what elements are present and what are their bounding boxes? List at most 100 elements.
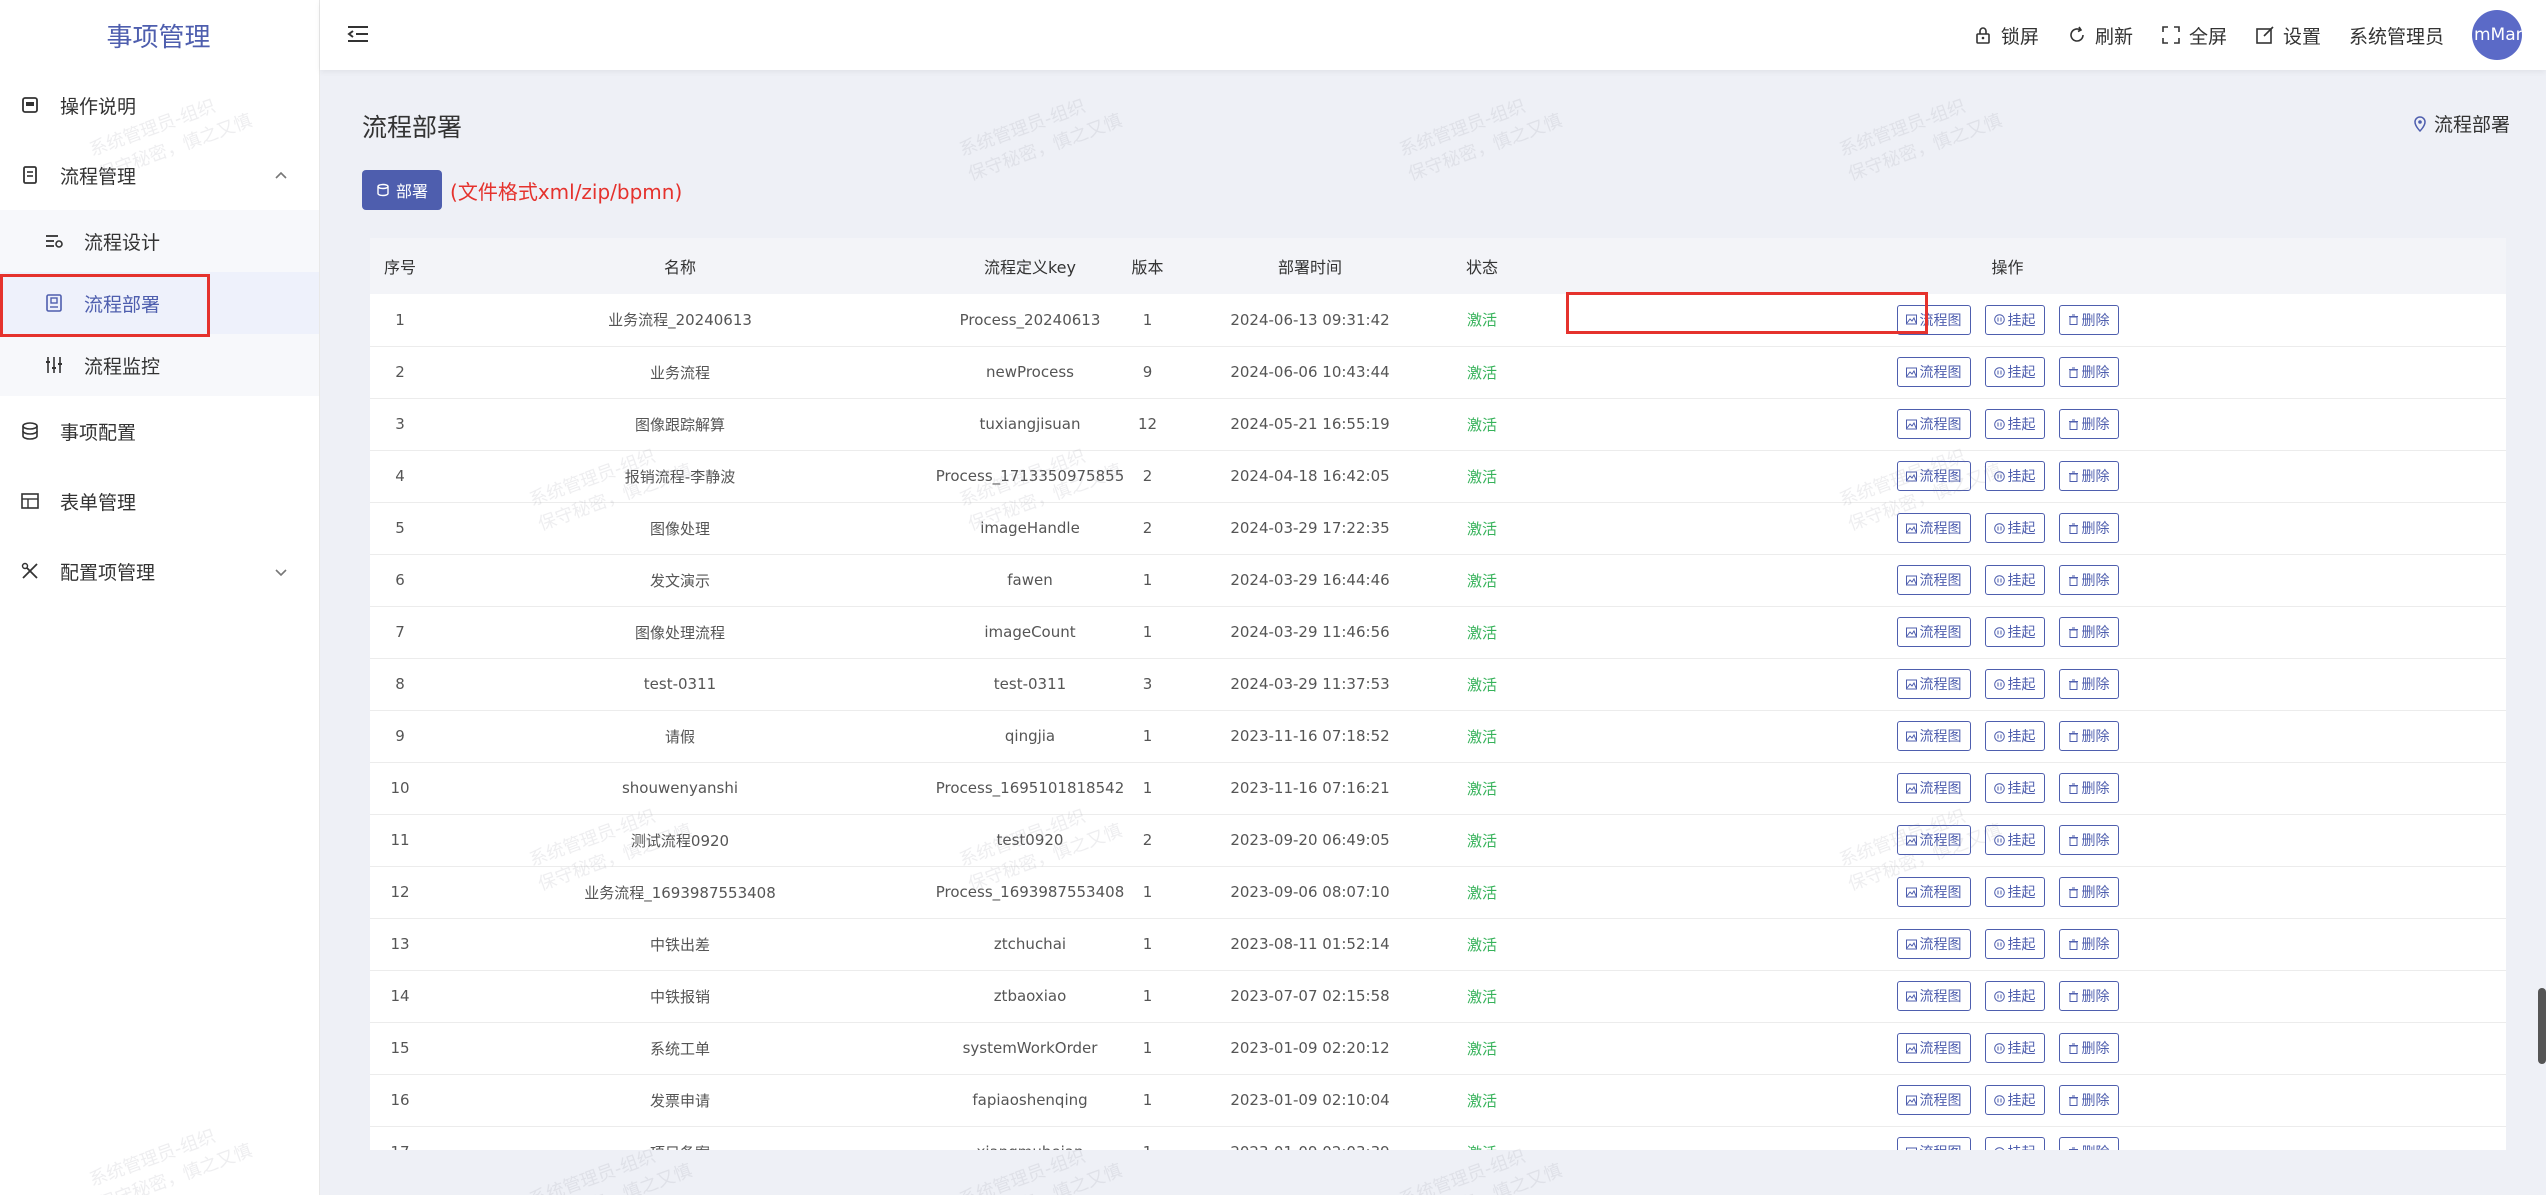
suspend-button[interactable]: 挂起 bbox=[1984, 461, 2045, 491]
delete-label: 删除 bbox=[2081, 1041, 2110, 1057]
delete-button[interactable]: 删除 bbox=[2058, 357, 2119, 387]
delete-button[interactable]: 删除 bbox=[2058, 669, 2119, 699]
delete-button[interactable]: 删除 bbox=[2058, 1137, 2119, 1150]
row-actions: 流程图 挂起 删除 bbox=[1896, 1137, 2119, 1150]
cell-name: 发文演示 bbox=[430, 554, 930, 607]
cell-deploy-time: 2024-03-29 17:22:35 bbox=[1165, 502, 1455, 555]
suspend-button[interactable]: 挂起 bbox=[1984, 617, 2045, 647]
cell-key: imageCount bbox=[930, 606, 1130, 659]
cell-key: Process_1713350975855 bbox=[930, 450, 1130, 503]
delete-button[interactable]: 删除 bbox=[2058, 304, 2119, 335]
sidebar-item-item-config[interactable]: 事项配置 bbox=[0, 396, 319, 466]
cell-key: Process_1693987553408 bbox=[930, 866, 1130, 919]
suspend-label: 挂起 bbox=[2007, 469, 2036, 485]
flowchart-button[interactable]: 流程图 bbox=[1896, 929, 1971, 959]
cell-actions: 流程图 挂起 删除 bbox=[1509, 502, 2506, 555]
delete-button[interactable]: 删除 bbox=[2058, 617, 2119, 647]
fullscreen-button[interactable]: 全屏 bbox=[2161, 22, 2227, 49]
cell-key: xiangmubeian bbox=[930, 1126, 1130, 1150]
delete-button[interactable]: 删除 bbox=[2058, 565, 2119, 595]
cell-actions: 流程图 挂起 删除 bbox=[1509, 346, 2506, 399]
settings-button[interactable]: 设置 bbox=[2255, 22, 2321, 49]
sidebar-item-label: 操作说明 bbox=[60, 95, 137, 118]
cell-actions: 流程图 挂起 删除 bbox=[1509, 814, 2506, 867]
flowchart-button[interactable]: 流程图 bbox=[1896, 461, 1971, 491]
cell-actions: 流程图 挂起 删除 bbox=[1509, 294, 2506, 347]
cell-key: fawen bbox=[930, 554, 1130, 607]
suspend-button[interactable]: 挂起 bbox=[1984, 1137, 2045, 1150]
breadcrumb-item[interactable]: 流程部署 bbox=[2434, 110, 2510, 137]
flowchart-button[interactable]: 流程图 bbox=[1896, 513, 1971, 543]
delete-button[interactable]: 删除 bbox=[2058, 721, 2119, 751]
suspend-button[interactable]: 挂起 bbox=[1984, 409, 2045, 439]
page-scrollbar[interactable] bbox=[2538, 988, 2546, 1064]
suspend-button[interactable]: 挂起 bbox=[1984, 304, 2045, 335]
flowchart-button[interactable]: 流程图 bbox=[1896, 409, 1971, 439]
flowchart-button[interactable]: 流程图 bbox=[1896, 981, 1971, 1011]
cell-actions: 流程图 挂起 删除 bbox=[1509, 1126, 2506, 1150]
delete-button[interactable]: 删除 bbox=[2058, 513, 2119, 543]
trash-icon bbox=[2068, 679, 2078, 690]
avatar[interactable]: mMan bbox=[2472, 10, 2522, 60]
row-actions: 流程图 挂起 删除 bbox=[1896, 929, 2119, 959]
suspend-button[interactable]: 挂起 bbox=[1984, 357, 2045, 387]
flowchart-button[interactable]: 流程图 bbox=[1896, 617, 1971, 647]
suspend-button[interactable]: 挂起 bbox=[1984, 1033, 2045, 1063]
flowchart-button[interactable]: 流程图 bbox=[1896, 669, 1971, 699]
row-actions: 流程图 挂起 删除 bbox=[1896, 981, 2119, 1011]
flowchart-button[interactable]: 流程图 bbox=[1896, 1137, 1971, 1150]
trash-icon bbox=[2068, 419, 2078, 430]
sidebar-item-process-deploy[interactable]: 流程部署 bbox=[0, 272, 319, 334]
flowchart-button[interactable]: 流程图 bbox=[1896, 565, 1971, 595]
cell-actions: 流程图 挂起 删除 bbox=[1509, 450, 2506, 503]
suspend-button[interactable]: 挂起 bbox=[1984, 981, 2045, 1011]
cell-version: 1 bbox=[1130, 970, 1165, 1023]
pause-circle-icon bbox=[1993, 522, 2005, 534]
flowchart-button[interactable]: 流程图 bbox=[1896, 825, 1971, 855]
lock-screen-button[interactable]: 锁屏 bbox=[1973, 22, 2039, 49]
deploy-hint: (文件格式xml/zip/bpmn) bbox=[450, 179, 683, 204]
suspend-button[interactable]: 挂起 bbox=[1984, 513, 2045, 543]
user-menu[interactable]: 系统管理员 bbox=[2349, 22, 2444, 49]
collapse-sidebar-icon[interactable] bbox=[344, 20, 372, 48]
row-actions: 流程图 挂起 删除 bbox=[1896, 1085, 2119, 1115]
suspend-button[interactable]: 挂起 bbox=[1984, 825, 2045, 855]
delete-button[interactable]: 删除 bbox=[2058, 773, 2119, 803]
sidebar-item-process-management[interactable]: 流程管理 bbox=[0, 140, 319, 210]
flowchart-button[interactable]: 流程图 bbox=[1896, 304, 1971, 335]
suspend-button[interactable]: 挂起 bbox=[1984, 565, 2045, 595]
flowchart-button[interactable]: 流程图 bbox=[1896, 773, 1971, 803]
refresh-button[interactable]: 刷新 bbox=[2067, 22, 2133, 49]
flowchart-button[interactable]: 流程图 bbox=[1896, 877, 1971, 907]
suspend-button[interactable]: 挂起 bbox=[1984, 929, 2045, 959]
delete-button[interactable]: 删除 bbox=[2058, 929, 2119, 959]
delete-button[interactable]: 删除 bbox=[2058, 461, 2119, 491]
sidebar-item-instructions[interactable]: 操作说明 bbox=[0, 70, 319, 140]
delete-button[interactable]: 删除 bbox=[2058, 825, 2119, 855]
suspend-button[interactable]: 挂起 bbox=[1984, 721, 2045, 751]
delete-button[interactable]: 删除 bbox=[2058, 1085, 2119, 1115]
trash-icon bbox=[2068, 835, 2078, 846]
sidebar-item-process-design[interactable]: 流程设计 bbox=[0, 210, 319, 272]
suspend-button[interactable]: 挂起 bbox=[1984, 773, 2045, 803]
deploy-button[interactable]: 部署 bbox=[362, 170, 443, 210]
flowchart-button[interactable]: 流程图 bbox=[1896, 1033, 1971, 1063]
flowchart-button[interactable]: 流程图 bbox=[1896, 721, 1971, 751]
delete-button[interactable]: 删除 bbox=[2058, 877, 2119, 907]
sidebar-item-label: 流程设计 bbox=[84, 231, 161, 254]
sidebar-item-config-management[interactable]: 配置项管理 bbox=[0, 536, 319, 606]
delete-button[interactable]: 删除 bbox=[2058, 409, 2119, 439]
sidebar-item-form-management[interactable]: 表单管理 bbox=[0, 466, 319, 536]
trash-icon bbox=[2068, 367, 2078, 378]
suspend-button[interactable]: 挂起 bbox=[1984, 1085, 2045, 1115]
flowchart-button[interactable]: 流程图 bbox=[1896, 1085, 1971, 1115]
image-icon bbox=[1905, 471, 1917, 481]
suspend-button[interactable]: 挂起 bbox=[1984, 669, 2045, 699]
suspend-label: 挂起 bbox=[2007, 625, 2036, 641]
suspend-button[interactable]: 挂起 bbox=[1984, 877, 2045, 907]
suspend-label: 挂起 bbox=[2007, 937, 2036, 953]
delete-button[interactable]: 删除 bbox=[2058, 1033, 2119, 1063]
flowchart-button[interactable]: 流程图 bbox=[1896, 357, 1971, 387]
sidebar-item-process-monitor[interactable]: 流程监控 bbox=[0, 334, 319, 396]
delete-button[interactable]: 删除 bbox=[2058, 981, 2119, 1011]
